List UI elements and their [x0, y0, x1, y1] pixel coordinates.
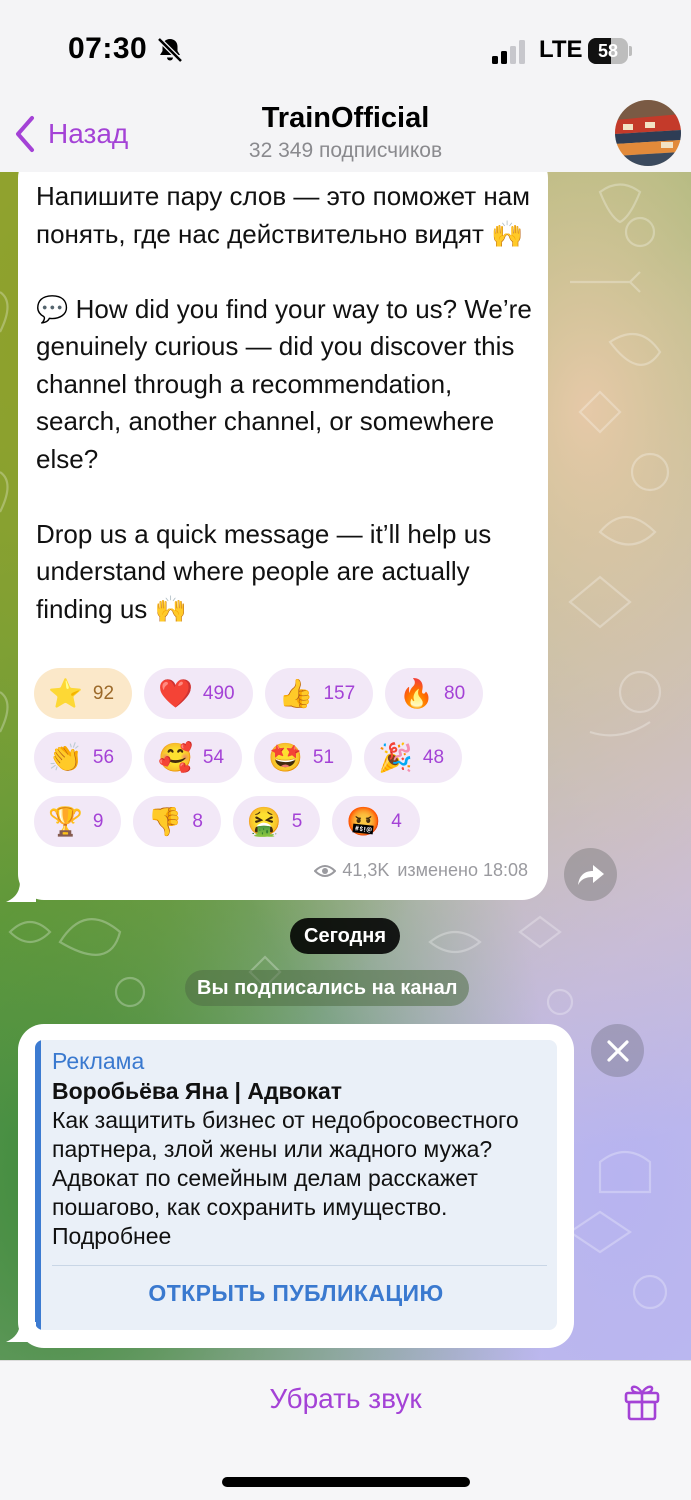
cellular-signal-icon — [492, 40, 525, 64]
home-indicator[interactable] — [222, 1477, 470, 1487]
trophy-icon: 🏆 — [48, 805, 83, 838]
channel-avatar[interactable] — [615, 100, 681, 166]
bubble-tail — [6, 1322, 36, 1342]
reaction-heart[interactable]: ❤️ 490 — [144, 668, 253, 719]
reaction-vomit[interactable]: 🤮 5 — [232, 796, 321, 847]
post-text: Напишите пару слов — это поможет нам пон… — [36, 181, 532, 624]
reaction-party[interactable]: 🎉 48 — [364, 732, 463, 783]
reaction-count: 51 — [312, 746, 335, 768]
reaction-star-struck[interactable]: 🤩 51 — [254, 732, 353, 783]
reaction-count: 80 — [444, 682, 466, 704]
forward-button[interactable] — [564, 848, 617, 901]
smiling-face-hearts-icon: 🥰 — [158, 741, 193, 774]
close-ad-button[interactable] — [591, 1024, 644, 1077]
reaction-star[interactable]: ⭐ 92 — [34, 668, 133, 719]
party-popper-icon: 🎉 — [378, 741, 413, 774]
bell-muted-icon — [157, 37, 183, 63]
star-icon: ⭐ — [48, 677, 83, 710]
reaction-count: 490 — [202, 682, 235, 704]
bottom-bar: Убрать звук — [0, 1360, 691, 1500]
channel-info[interactable]: TrainOfficial 32 349 подписчиков — [0, 102, 691, 163]
heart-icon: ❤️ — [158, 677, 193, 710]
reaction-cursing[interactable]: 🤬 4 — [332, 796, 420, 847]
status-time: 07:30 — [68, 32, 148, 65]
post-meta: 41,3K изменено 18:08 — [314, 860, 528, 881]
reaction-clap[interactable]: 👏 56 — [34, 732, 133, 783]
vomiting-face-icon: 🤮 — [246, 805, 282, 838]
close-icon — [606, 1039, 629, 1062]
channel-post[interactable]: Напишите пару слов — это поможет нам пон… — [18, 172, 548, 900]
chat-header: Назад TrainOfficial 32 349 подписчиков — [0, 100, 691, 172]
subscriber-count: 32 349 подписчиков — [248, 139, 443, 162]
reactions: ⭐ 92 ❤️ 490 👍 157 🔥 80 👏 56 🥰 54 🤩 51 🎉 … — [34, 668, 534, 860]
reaction-thumbs-down[interactable]: 👎 8 — [133, 796, 221, 847]
chat-area[interactable]: Напишите пару слов — это поможет нам пон… — [0, 172, 691, 1360]
battery-icon: 58 — [588, 38, 632, 64]
fire-icon: 🔥 — [399, 677, 435, 710]
reaction-count: 56 — [92, 746, 115, 768]
thumbs-down-icon: 👎 — [147, 805, 183, 838]
ad-divider — [52, 1265, 547, 1266]
clapping-hands-icon: 👏 — [48, 741, 83, 774]
ad-title: Воробьёва Яна | Адвокат — [52, 1078, 343, 1104]
gift-icon[interactable] — [623, 1381, 661, 1421]
reaction-trophy[interactable]: 🏆 9 — [34, 796, 122, 847]
reaction-count: 5 — [291, 810, 303, 832]
channel-title: TrainOfficial — [261, 102, 430, 134]
view-count: 41,3K — [342, 860, 390, 880]
date-separator: Сегодня — [290, 918, 401, 954]
reaction-count: 9 — [92, 810, 104, 832]
thumbs-up-icon: 👍 — [278, 677, 314, 710]
edited-time: изменено 18:08 — [397, 860, 528, 880]
battery-level: 58 — [597, 41, 619, 61]
service-message: Вы подписались на канал — [185, 970, 470, 1006]
mute-button[interactable]: Убрать звук — [0, 1383, 691, 1415]
bubble-tail — [6, 882, 36, 902]
star-struck-icon: 🤩 — [268, 741, 303, 774]
share-arrow-icon — [577, 864, 604, 885]
network-type: LTE — [539, 36, 583, 63]
sponsored-message[interactable]: Реклама Воробьёва Яна | Адвокат Как защи… — [18, 1024, 574, 1348]
open-publication-button[interactable]: ОТКРЫТЬ ПУБЛИКАЦИЮ — [35, 1280, 557, 1307]
eye-icon — [314, 864, 337, 877]
reaction-count: 92 — [92, 682, 115, 704]
reaction-count: 157 — [323, 682, 356, 704]
reaction-count: 8 — [192, 810, 203, 832]
reaction-thumbs-up[interactable]: 👍 157 — [264, 668, 374, 719]
ad-card[interactable]: Реклама Воробьёва Яна | Адвокат Как защи… — [35, 1040, 557, 1330]
ad-body: Как защитить бизнес от недобросовестного… — [52, 1107, 519, 1249]
ad-label: Реклама — [52, 1048, 145, 1074]
reaction-love-face[interactable]: 🥰 54 — [144, 732, 243, 783]
reaction-count: 48 — [422, 746, 445, 768]
reaction-count: 4 — [391, 810, 402, 832]
cursing-face-icon: 🤬 — [346, 805, 382, 838]
status-bar: 07:30 LTE 58 — [0, 0, 691, 100]
reaction-count: 54 — [202, 746, 225, 768]
reaction-fire[interactable]: 🔥 80 — [385, 668, 484, 719]
